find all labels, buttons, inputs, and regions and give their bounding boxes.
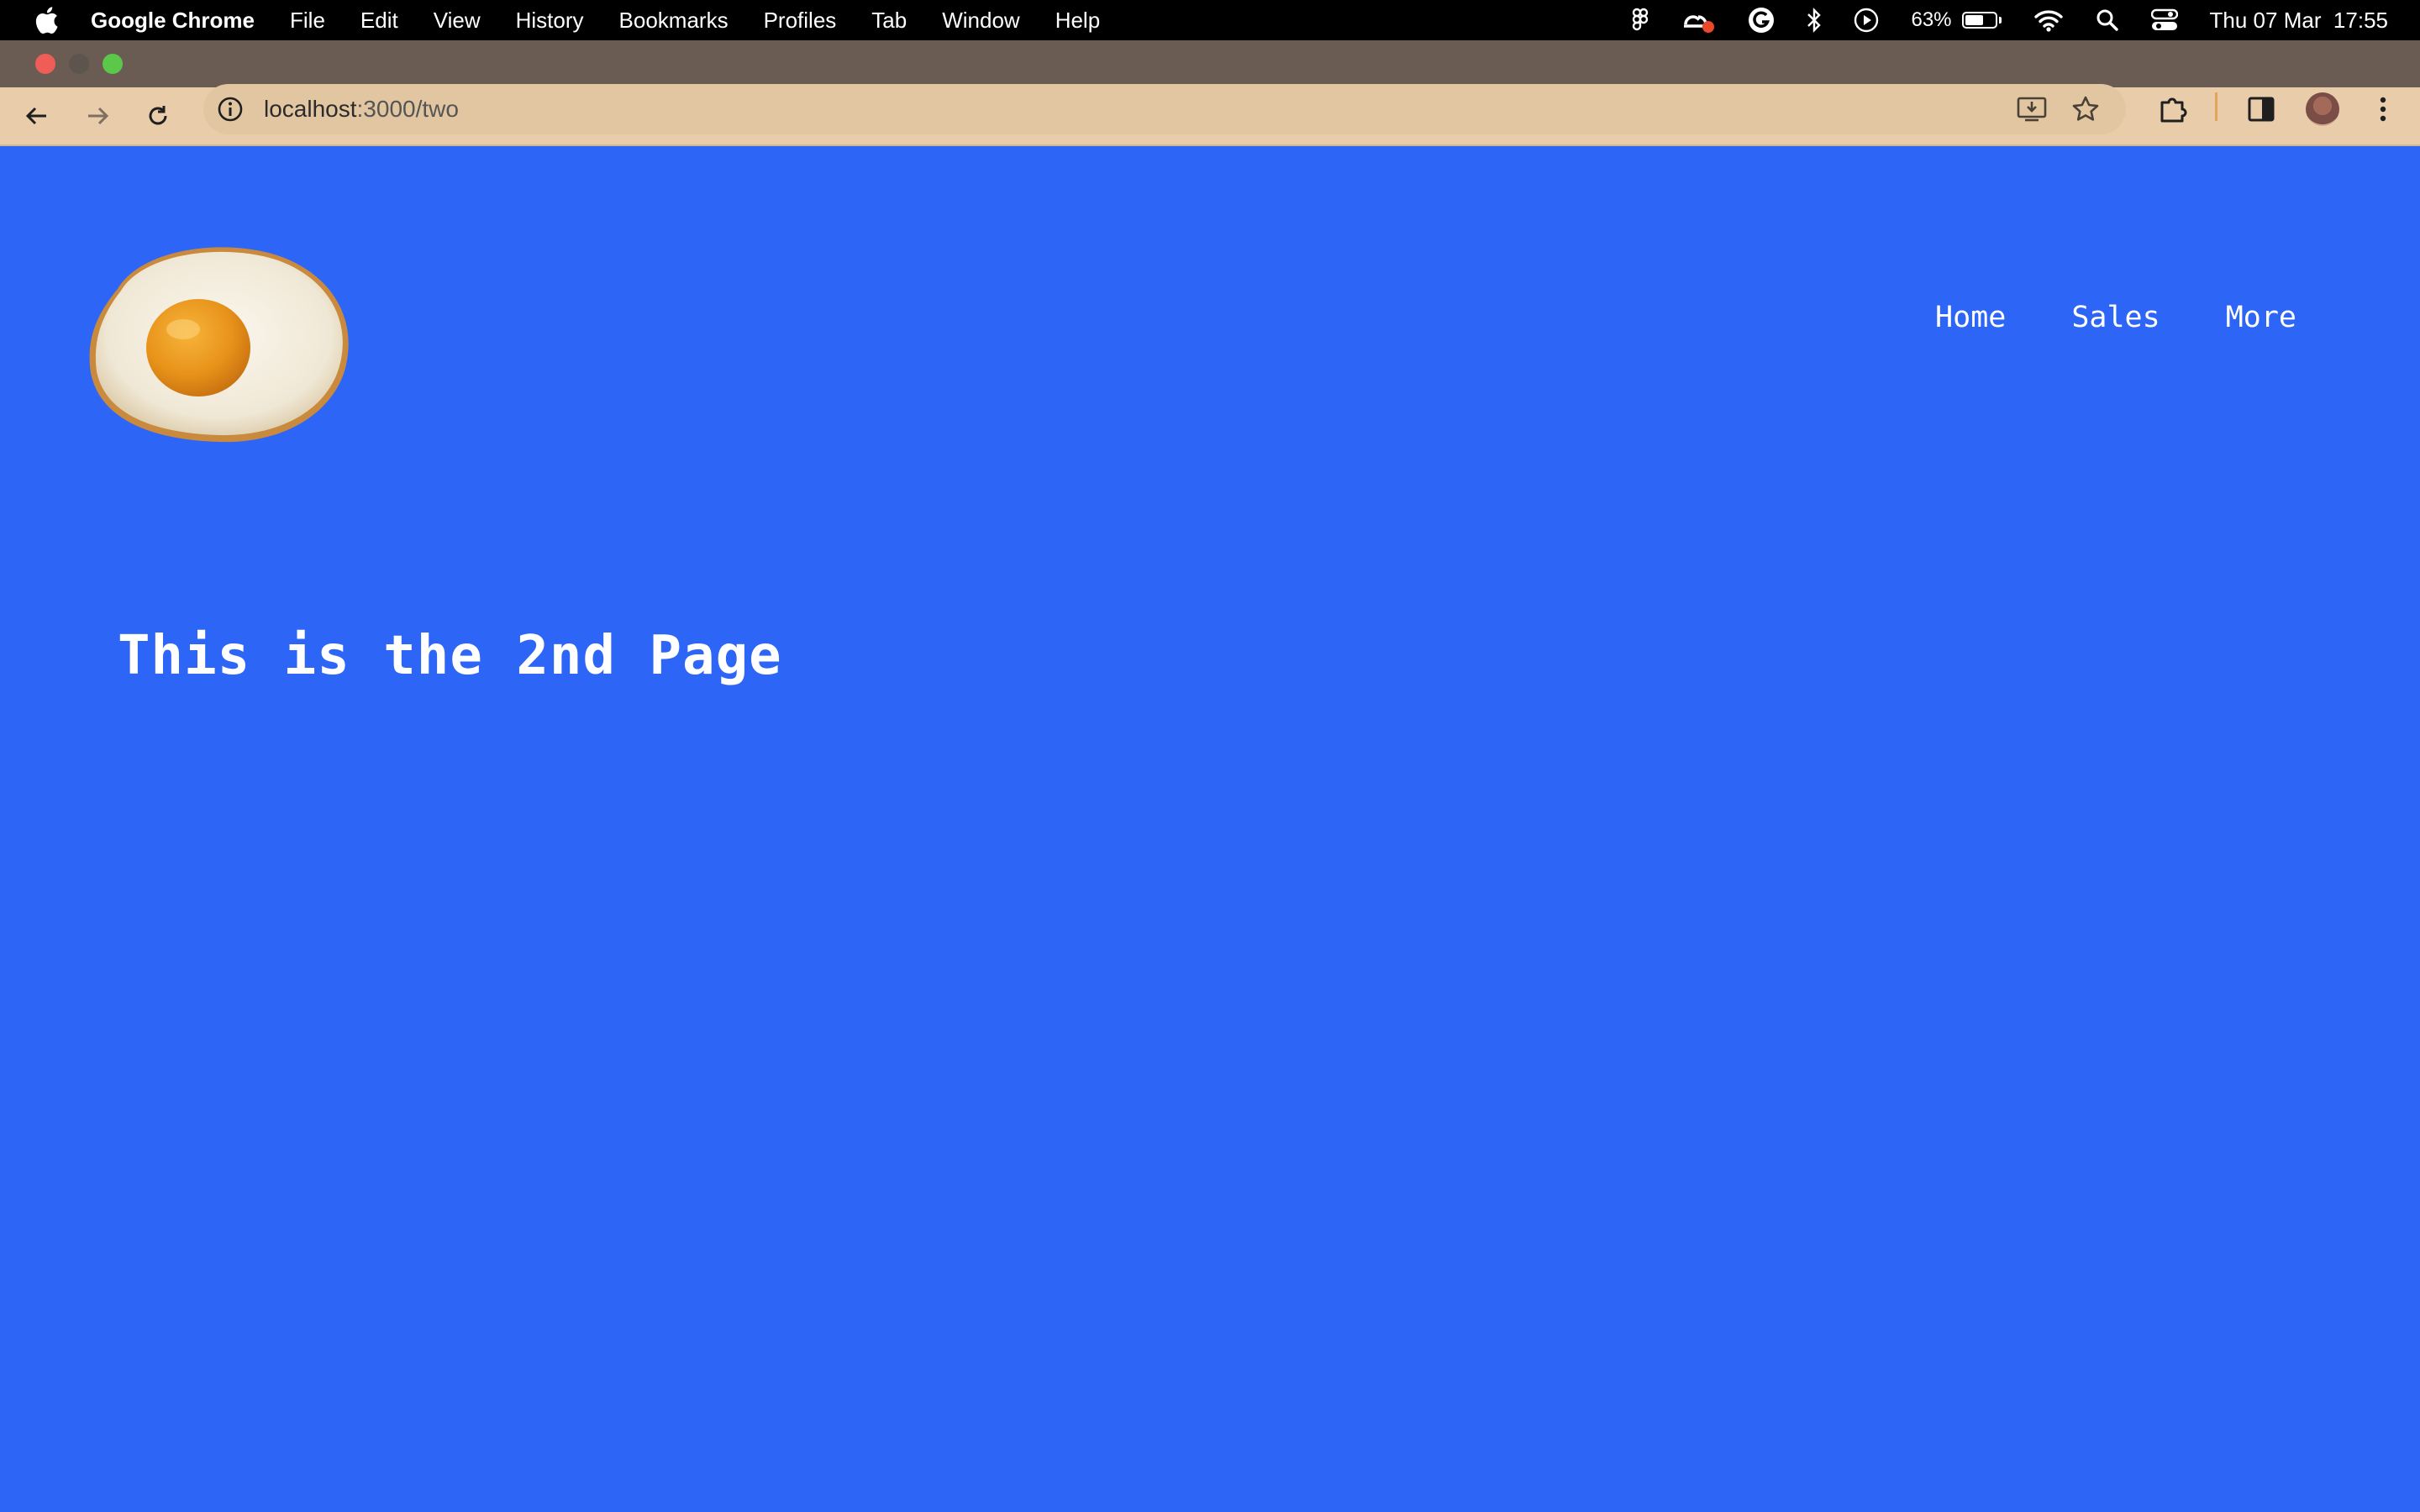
nav-link-sales[interactable]: Sales xyxy=(2071,301,2160,334)
menu-window[interactable]: Window xyxy=(942,8,1019,34)
page-content: Home Sales More This is the 2nd Page xyxy=(0,146,2420,1512)
extensions-icon[interactable] xyxy=(2151,87,2195,131)
chrome-menu-icon[interactable] xyxy=(2361,87,2405,131)
page-heading: This is the 2nd Page xyxy=(118,625,782,687)
back-button[interactable] xyxy=(10,89,64,143)
site-info-icon[interactable] xyxy=(215,94,245,124)
window-maximize-button[interactable] xyxy=(103,54,123,74)
window-close-button[interactable] xyxy=(35,54,55,74)
fried-egg-logo[interactable] xyxy=(84,230,355,457)
menu-app-name[interactable]: Google Chrome xyxy=(91,8,255,34)
menu-view[interactable]: View xyxy=(434,8,481,34)
menu-profiles[interactable]: Profiles xyxy=(764,8,837,34)
url-host: localhost xyxy=(264,96,357,122)
menu-help[interactable]: Help xyxy=(1055,8,1100,34)
bluetooth-icon[interactable] xyxy=(1807,8,1822,33)
battery-percent[interactable]: 63% xyxy=(1911,8,1951,32)
clock[interactable]: Thu 07 Mar 17:55 xyxy=(2210,8,2388,34)
status-area: 63% Thu 07 Mar 17:55 xyxy=(1600,0,2388,40)
nav-link-more[interactable]: More xyxy=(2226,301,2296,334)
bookmark-star-icon[interactable] xyxy=(2067,91,2104,128)
battery-icon[interactable] xyxy=(1961,12,2002,29)
grammarly-icon[interactable] xyxy=(1748,7,1775,34)
url-text[interactable]: localhost:3000/two xyxy=(264,96,459,123)
spotlight-search-icon[interactable] xyxy=(2096,8,2119,32)
side-panel-icon[interactable] xyxy=(2239,87,2283,131)
url-path: :3000/two xyxy=(356,96,459,122)
install-app-icon[interactable] xyxy=(2013,91,2050,128)
forward-button[interactable] xyxy=(71,89,124,143)
site-nav: Home Sales More xyxy=(1870,301,2296,334)
nav-link-home[interactable]: Home xyxy=(1935,301,2006,334)
menu-history[interactable]: History xyxy=(516,8,584,34)
window-titlebar[interactable] xyxy=(0,40,2420,87)
menu-file[interactable]: File xyxy=(290,8,325,34)
profile-avatar[interactable] xyxy=(2301,87,2344,131)
menu-bookmarks[interactable]: Bookmarks xyxy=(619,8,729,34)
window-minimize-button[interactable] xyxy=(69,54,89,74)
play-icon[interactable] xyxy=(1854,8,1879,33)
macos-menu-bar: Google Chrome File Edit View History Boo… xyxy=(0,0,2420,40)
control-center-icon[interactable] xyxy=(2150,8,2178,32)
figma-icon[interactable] xyxy=(1632,8,1649,33)
address-bar[interactable]: localhost:3000/two xyxy=(203,84,2126,134)
toolbar-separator xyxy=(2215,92,2217,121)
reload-button[interactable] xyxy=(131,89,185,143)
wifi-icon[interactable] xyxy=(2033,8,2064,32)
menu-edit[interactable]: Edit xyxy=(360,8,398,34)
creative-cloud-icon[interactable] xyxy=(1681,6,1716,34)
menu-tab[interactable]: Tab xyxy=(871,8,907,34)
apple-logo-icon[interactable] xyxy=(34,6,59,34)
